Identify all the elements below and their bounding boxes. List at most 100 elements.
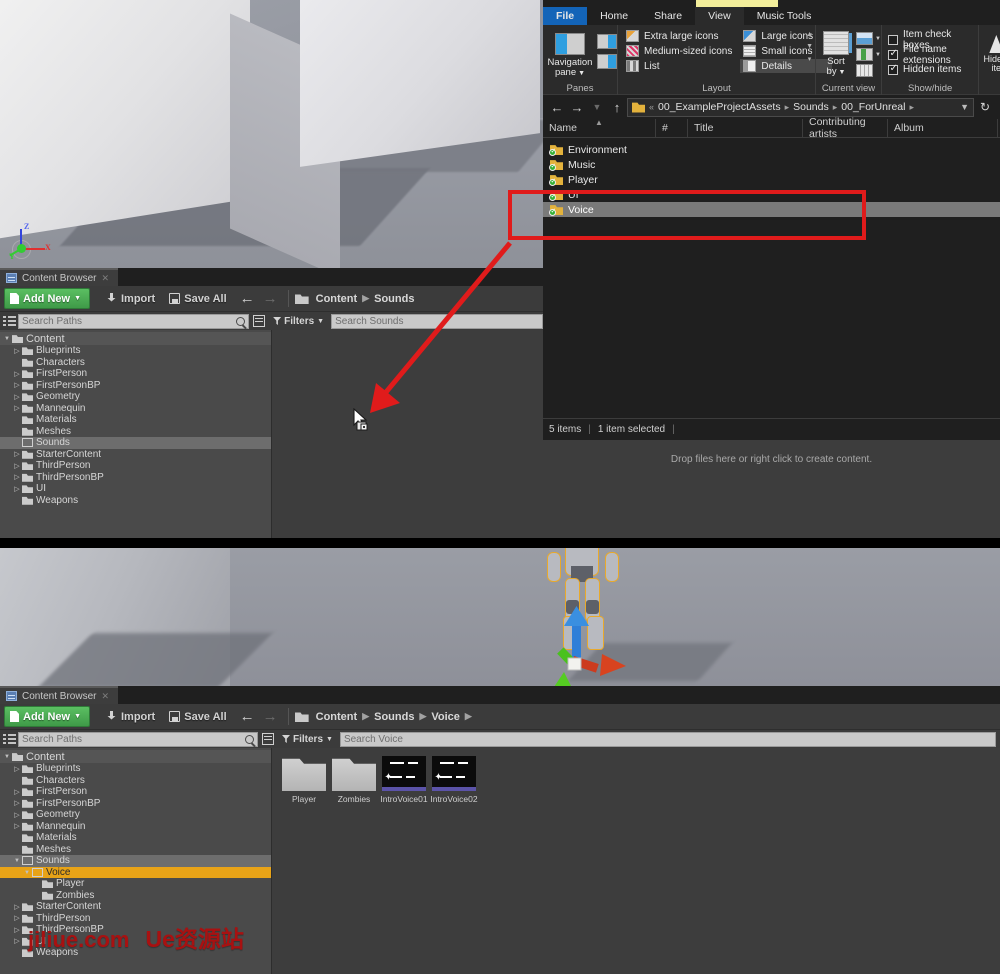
import-button[interactable]: Import bbox=[99, 706, 162, 728]
up-icon[interactable]: ↑ bbox=[607, 100, 627, 115]
tree-expander-icon[interactable] bbox=[12, 937, 22, 945]
tree-expander-icon[interactable] bbox=[12, 370, 22, 378]
column-header-name[interactable]: Name ▲ bbox=[543, 119, 656, 138]
cb-lower-tab[interactable]: Content Browser ✕ bbox=[0, 686, 118, 704]
tree-item-firstperson[interactable]: FirstPerson bbox=[0, 786, 271, 798]
tree-item-content[interactable]: Content bbox=[0, 332, 271, 345]
search-paths-input[interactable]: Search Paths bbox=[18, 314, 249, 329]
forward-icon[interactable]: → bbox=[263, 709, 278, 724]
layout-gallery-scroll[interactable]: ▲ ▼ ▾ bbox=[806, 31, 813, 63]
tree-item-firstperson[interactable]: FirstPerson bbox=[0, 368, 271, 380]
size-all-columns-icon[interactable] bbox=[856, 64, 873, 77]
tree-expander-icon[interactable] bbox=[12, 811, 22, 819]
toggle-sources-icon[interactable] bbox=[3, 733, 16, 745]
cb-upper-tab[interactable]: Content Browser ✕ bbox=[0, 268, 118, 286]
cb-lower-asset-view[interactable]: PlayerZombies✦IntroVoice01✦IntroVoice02 bbox=[272, 748, 1000, 974]
tree-item-geometry[interactable]: Geometry bbox=[0, 809, 271, 821]
tree-expander-icon[interactable] bbox=[12, 857, 22, 864]
tree-item-materials[interactable]: Materials bbox=[0, 414, 271, 426]
tree-item-geometry[interactable]: Geometry bbox=[0, 391, 271, 403]
add-columns-icon[interactable] bbox=[856, 48, 873, 61]
tree-expander-icon[interactable] bbox=[12, 903, 22, 911]
path-crumb-1[interactable]: Sounds bbox=[793, 101, 829, 113]
breadcrumb-item-sounds[interactable]: Sounds bbox=[374, 711, 414, 723]
breadcrumb-item-content[interactable]: Content bbox=[316, 293, 358, 305]
tree-expander-icon[interactable] bbox=[12, 347, 22, 355]
sort-by-button[interactable]: Sort by ▼ bbox=[821, 29, 851, 77]
tree-expander-icon[interactable] bbox=[2, 335, 12, 342]
level-viewport-lower[interactable] bbox=[0, 548, 1000, 686]
hide-selected-items-button[interactable]: Hide s ite bbox=[979, 29, 1000, 74]
filters-button[interactable]: Filters ▼ bbox=[278, 734, 340, 745]
tree-item-mannequin[interactable]: Mannequin bbox=[0, 403, 271, 415]
preview-pane-button[interactable] bbox=[597, 34, 617, 49]
tree-expander-icon[interactable] bbox=[12, 473, 22, 481]
column-header-number[interactable]: # bbox=[656, 119, 688, 138]
tree-item-thirdpersonbp[interactable]: ThirdPersonBP bbox=[0, 472, 271, 484]
tree-item-firstpersonbp[interactable]: FirstPersonBP bbox=[0, 798, 271, 810]
tree-expander-icon[interactable] bbox=[12, 799, 22, 807]
tree-item-blueprints[interactable]: Blueprints bbox=[0, 763, 271, 775]
tree-expander-icon[interactable] bbox=[12, 914, 22, 922]
column-header-title[interactable]: Title bbox=[688, 119, 803, 138]
path-crumb-2[interactable]: 00_ForUnreal bbox=[841, 101, 905, 113]
forward-icon[interactable]: → bbox=[567, 100, 587, 115]
tab-view[interactable]: View bbox=[695, 7, 744, 25]
back-icon[interactable]: ← bbox=[547, 100, 567, 115]
close-icon[interactable]: ✕ bbox=[101, 691, 109, 702]
tree-expander-icon[interactable] bbox=[2, 753, 12, 760]
toggle-sources-icon[interactable] bbox=[3, 315, 16, 327]
back-icon[interactable]: ← bbox=[240, 709, 255, 724]
chevron-down-icon[interactable]: ▼ bbox=[806, 43, 813, 50]
translate-gizmo[interactable] bbox=[540, 600, 650, 686]
column-header-album[interactable]: Album bbox=[888, 119, 998, 138]
tree-expander-icon[interactable] bbox=[12, 450, 22, 458]
tree-item-content[interactable]: Content bbox=[0, 750, 271, 763]
asset-tile-zombies[interactable]: Zombies bbox=[330, 756, 378, 804]
tree-item-weapons[interactable]: Weapons bbox=[0, 495, 271, 507]
search-paths-input[interactable]: Search Paths bbox=[18, 732, 258, 747]
explorer-row-environment[interactable]: Environment bbox=[543, 142, 1000, 157]
layout-medium-icons[interactable]: Medium-sized icons bbox=[623, 44, 740, 58]
save-search-icon[interactable] bbox=[262, 733, 274, 745]
tree-expander-icon[interactable] bbox=[12, 485, 22, 493]
tab-share[interactable]: Share bbox=[641, 7, 695, 25]
chevron-up-icon[interactable]: ▲ bbox=[806, 31, 813, 38]
address-path[interactable]: « 00_ExampleProjectAssets ▸ Sounds ▸ 00_… bbox=[627, 98, 974, 117]
close-icon[interactable]: ✕ bbox=[101, 273, 109, 284]
path-crumb-0[interactable]: 00_ExampleProjectAssets bbox=[658, 101, 781, 113]
asset-tile-introvoice02[interactable]: ✦IntroVoice02 bbox=[430, 756, 478, 804]
tree-expander-icon[interactable] bbox=[12, 765, 22, 773]
tree-expander-icon[interactable] bbox=[12, 393, 22, 401]
gallery-expand-icon[interactable]: ▾ bbox=[808, 55, 812, 63]
tree-item-zombies[interactable]: Zombies bbox=[0, 890, 271, 902]
tree-expander-icon[interactable] bbox=[12, 926, 22, 934]
import-button[interactable]: Import bbox=[99, 288, 162, 310]
tree-item-voice[interactable]: Voice bbox=[0, 867, 271, 879]
tree-item-ui[interactable]: UI bbox=[0, 483, 271, 495]
tab-home[interactable]: Home bbox=[587, 7, 641, 25]
tab-music-tools[interactable]: Music Tools bbox=[744, 7, 825, 25]
tree-item-firstpersonbp[interactable]: FirstPersonBP bbox=[0, 380, 271, 392]
chevron-down-icon[interactable]: ▼ bbox=[960, 102, 969, 112]
breadcrumb-item-content[interactable]: Content bbox=[316, 711, 358, 723]
tree-expander-icon[interactable] bbox=[12, 788, 22, 796]
tree-item-player[interactable]: Player bbox=[0, 878, 271, 890]
save-all-button[interactable]: Save All bbox=[162, 288, 233, 310]
tree-expander-icon[interactable] bbox=[22, 869, 32, 876]
tree-expander-icon[interactable] bbox=[12, 404, 22, 412]
tab-file[interactable]: File bbox=[543, 7, 587, 25]
forward-icon[interactable]: → bbox=[263, 291, 278, 306]
add-new-button[interactable]: Add New ▼ bbox=[4, 706, 90, 727]
tree-item-thirdperson[interactable]: ThirdPerson bbox=[0, 460, 271, 472]
tree-item-blueprints[interactable]: Blueprints bbox=[0, 345, 271, 357]
layout-list[interactable]: List bbox=[623, 59, 740, 73]
tree-expander-icon[interactable] bbox=[12, 822, 22, 830]
tree-item-sounds[interactable]: Sounds bbox=[0, 855, 271, 867]
tree-item-mannequin[interactable]: Mannequin bbox=[0, 821, 271, 833]
back-icon[interactable]: ← bbox=[240, 291, 255, 306]
tree-item-characters[interactable]: Characters bbox=[0, 357, 271, 369]
item-check-boxes-checkbox[interactable] bbox=[888, 35, 898, 45]
cb-upper-sources-tree[interactable]: ContentBlueprintsCharactersFirstPersonFi… bbox=[0, 330, 272, 558]
refresh-icon[interactable]: ↻ bbox=[974, 100, 996, 114]
